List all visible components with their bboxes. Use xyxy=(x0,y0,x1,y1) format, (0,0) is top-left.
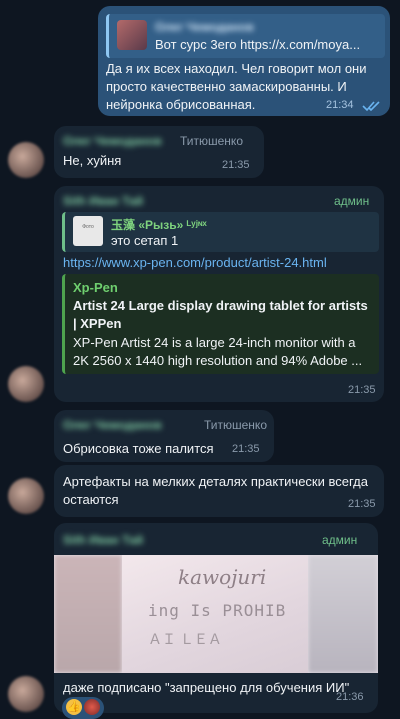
photo-watermark-line: kawojuri xyxy=(178,565,267,589)
reaction-chip[interactable]: 👍 xyxy=(62,697,104,719)
photo-caption: даже подписано "запрещено для обучения И… xyxy=(63,680,350,695)
preview-description-line: XP-Pen Artist 24 is a large 24-inch moni… xyxy=(73,335,356,350)
quote-sender-name: Олег Чемоданов xyxy=(155,20,254,34)
preview-title-line: Artist 24 Large display drawing tablet f… xyxy=(73,298,368,313)
avatar[interactable] xyxy=(8,676,44,712)
avatar[interactable] xyxy=(8,142,44,178)
message-time: 21:35 xyxy=(348,384,376,396)
reply-quote[interactable]: Фото 玉藻 «Рызь» ᴸʸʲᶰˣ это сетап 1 xyxy=(62,212,379,252)
message-bubble[interactable]: Олег Чемоданов Титюшенко Не, хуйня 21:35 xyxy=(54,126,264,178)
message-bubble[interactable]: Sith Иван Тай админ Фото 玉藻 «Рызь» ᴸʸʲᶰˣ… xyxy=(54,186,384,402)
sender-name[interactable]: Олег Чемоданов xyxy=(63,134,162,148)
reactor-avatar xyxy=(84,699,100,715)
message-bubble-outgoing[interactable]: Олег Чемоданов Вот сурс 3его https://x.c… xyxy=(98,6,390,116)
quote-sender-name: 玉藻 «Рызь» ᴸʸʲᶰˣ xyxy=(111,218,207,232)
quote-thumbnail xyxy=(117,20,147,50)
member-title: Титюшенко xyxy=(204,418,267,432)
photo-blur-left xyxy=(54,555,122,673)
message-text: Обрисовка тоже палится xyxy=(63,441,214,456)
message-bubble[interactable]: Sith Иван Тай админ kawojuri ing Is PROH… xyxy=(54,523,378,719)
avatar[interactable] xyxy=(8,366,44,402)
preview-title-line: | XPPen xyxy=(73,316,122,331)
message-photo[interactable]: kawojuri ing Is PROHIB ＡＩ ＬＥＡ xyxy=(54,555,378,673)
quote-thumbnail: Фото xyxy=(73,216,103,246)
photo-watermark-line: ＡＩ ＬＥＡ xyxy=(148,631,222,647)
message-time: 21:35 xyxy=(232,443,260,455)
double-check-icon xyxy=(362,101,380,112)
admin-badge: админ xyxy=(322,533,358,547)
message-time: 21:34 xyxy=(326,99,354,111)
sender-name[interactable]: Sith Иван Тай xyxy=(63,194,143,208)
message-text-line: просто качественно замаскированны. И xyxy=(106,79,347,94)
admin-badge: админ xyxy=(334,194,370,208)
message-time: 21:36 xyxy=(336,691,364,703)
message-bubble[interactable]: Олег Чемоданов Титюшенко Обрисовка тоже … xyxy=(54,410,274,462)
preview-description-line: 2K 2560 x 1440 high resolution and 94% A… xyxy=(73,353,363,368)
message-text-line: нейронка обрисованная. xyxy=(106,97,256,112)
message-text-line: Артефакты на мелких деталях практически … xyxy=(63,474,368,489)
message-time: 21:35 xyxy=(222,159,250,171)
quote-text: это сетап 1 xyxy=(111,233,179,248)
reply-quote[interactable]: Олег Чемоданов Вот сурс 3его https://x.c… xyxy=(106,14,385,58)
preview-site-name: Xp-Pen xyxy=(73,280,118,295)
message-link[interactable]: https://www.xp-pen.com/product/artist-24… xyxy=(63,255,327,270)
message-text-line: Да я их всех находил. Чел говорит мол он… xyxy=(106,61,367,76)
message-text-line: остаются xyxy=(63,492,119,507)
thumbs-up-icon: 👍 xyxy=(66,699,82,715)
sender-name[interactable]: Sith Иван Тай xyxy=(63,533,143,547)
member-title: Титюшенко xyxy=(180,134,243,148)
link-preview[interactable]: Xp-Pen Artist 24 Large display drawing t… xyxy=(62,274,379,374)
message-time: 21:35 xyxy=(348,498,376,510)
message-bubble[interactable]: Артефакты на мелких деталях практически … xyxy=(54,465,384,517)
message-text: Не, хуйня xyxy=(63,153,122,168)
sender-name[interactable]: Олег Чемоданов xyxy=(63,418,162,432)
photo-blur-right xyxy=(308,555,378,673)
quote-text: Вот сурс 3его https://x.com/moya... xyxy=(155,37,361,52)
avatar[interactable] xyxy=(8,478,44,514)
photo-watermark-line: ing Is PROHIB xyxy=(148,601,287,620)
